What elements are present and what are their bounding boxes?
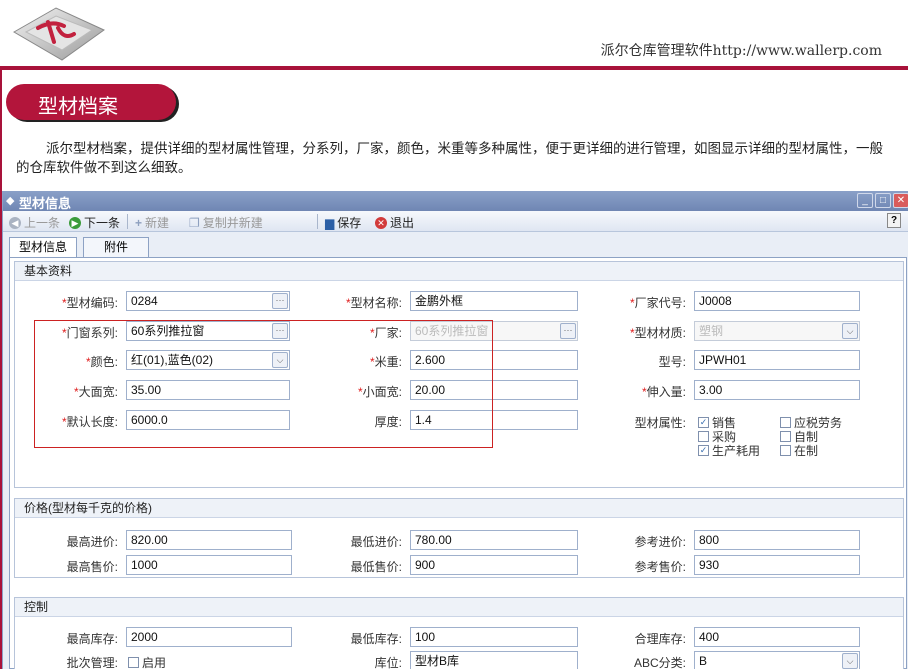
prev-button[interactable]: ◀ 上一条 <box>9 214 60 231</box>
minimize-icon[interactable]: _ <box>857 193 873 208</box>
max-in-input[interactable]: 820.00 <box>126 530 292 550</box>
insert-input[interactable]: 3.00 <box>694 380 860 400</box>
batch-label: 批次管理: <box>66 656 118 669</box>
intro-paragraph: 派尔型材档案，提供详细的型材属性管理，分系列，厂家，颜色，米重等多种属性，便于更… <box>16 141 883 176</box>
material-select: 塑钢 ⌵ <box>694 321 860 341</box>
new-label: 新建 <box>145 216 170 230</box>
window-titlebar: ◆ 型材信息 _ □ ✕ <box>3 191 908 211</box>
toolbar-separator <box>317 214 318 229</box>
save-disk-icon: ▆ <box>325 215 335 230</box>
location-label: 库位: <box>374 656 402 669</box>
ref-in-input[interactable]: 800 <box>694 530 860 550</box>
basic-info-header: 基本资料 <box>15 262 903 281</box>
code-label: *型材编码: <box>61 296 118 310</box>
max-out-input[interactable]: 1000 <box>126 555 292 575</box>
highlight-box <box>34 320 493 448</box>
prev-arrow-icon: ◀ <box>9 216 21 229</box>
vendor-code-input[interactable]: J0008 <box>694 291 860 311</box>
prev-label: 上一条 <box>24 216 61 230</box>
next-arrow-icon: ▶ <box>69 216 81 229</box>
ellipsis-icon: ··· <box>560 323 576 339</box>
ref-in-label: 参考进价: <box>634 535 686 549</box>
tab-profile-info[interactable]: 型材信息 <box>9 237 77 258</box>
price-header: 价格(型材每千克的价格) <box>15 499 903 518</box>
tab-content: 基本资料 价格(型材每千克的价格) 控制 <box>9 257 907 669</box>
max-stock-input[interactable]: 2000 <box>126 627 292 647</box>
checkbox-icon <box>698 431 709 442</box>
maximize-icon[interactable]: □ <box>875 193 891 208</box>
max-out-label: 最高售价: <box>66 560 118 574</box>
name-label: *型材名称: <box>345 296 402 310</box>
save-label: 保存 <box>337 216 362 230</box>
ref-out-label: 参考售价: <box>634 560 686 574</box>
next-label: 下一条 <box>84 216 121 230</box>
chevron-down-icon: ⌵ <box>842 323 858 339</box>
help-button[interactable]: ? <box>887 213 901 228</box>
ellipsis-icon[interactable]: ··· <box>272 293 288 309</box>
max-in-label: 最高进价: <box>66 535 118 549</box>
checkbox-icon <box>780 431 791 442</box>
page: 派尔仓库管理软件http://www.wallerp.com 型材档案 派尔型材… <box>0 0 908 669</box>
copy-icon: ❐ <box>189 215 200 230</box>
min-in-input[interactable]: 780.00 <box>410 530 578 550</box>
copy-new-label: 复制并新建 <box>202 216 263 230</box>
reason-stock-input[interactable]: 400 <box>694 627 860 647</box>
insert-label: *伸入量: <box>641 385 686 399</box>
save-button[interactable]: ▆ 保存 <box>325 214 361 231</box>
site-url-text: 派尔仓库管理软件http://www.wallerp.com <box>600 43 882 59</box>
abc-label: ABC分类: <box>633 656 686 669</box>
next-button[interactable]: ▶ 下一条 <box>69 214 120 231</box>
checkbox-icon <box>780 445 791 456</box>
min-out-input[interactable]: 900 <box>410 555 578 575</box>
min-stock-input[interactable]: 100 <box>410 627 578 647</box>
abc-select[interactable]: B ⌵ <box>694 651 860 669</box>
exit-x-icon: ✕ <box>375 216 387 229</box>
control-header: 控制 <box>15 598 903 617</box>
copy-new-button[interactable]: ❐ 复制并新建 <box>189 214 263 231</box>
min-stock-label: 最低库存: <box>350 632 402 646</box>
code-input[interactable]: 0284 ··· <box>126 291 290 311</box>
location-input[interactable]: 型材B库 <box>410 651 578 669</box>
exit-button[interactable]: ✕ 退出 <box>375 214 414 231</box>
min-in-label: 最低进价: <box>350 535 402 549</box>
model-input[interactable]: JPWH01 <box>694 350 860 370</box>
toolbar-separator <box>127 214 128 229</box>
close-icon[interactable]: ✕ <box>893 193 908 208</box>
tab-attachments[interactable]: 附件 <box>83 237 149 257</box>
window-diamond-icon: ◆ <box>6 195 15 207</box>
checkbox-icon <box>128 657 139 668</box>
name-input[interactable]: 金鹏外框 <box>410 291 578 311</box>
window-title: 型材信息 <box>19 196 72 211</box>
model-label: 型号: <box>658 355 686 369</box>
attr-label: 型材属性: <box>634 416 686 430</box>
checkbox-checked-icon: ✓ <box>698 445 709 456</box>
attr-inprocess-checkbox[interactable]: 在制 <box>780 442 818 459</box>
section-title: 型材档案 <box>38 94 118 118</box>
material-label: *型材材质: <box>629 326 686 340</box>
toolbar: ◀ 上一条 ▶ 下一条 + 新建 ❐ 复制并新建 ▆ 保存 ✕ 退出 ? <box>3 211 908 232</box>
checkbox-checked-icon: ✓ <box>698 417 709 428</box>
chevron-down-icon[interactable]: ⌵ <box>842 653 858 669</box>
new-button[interactable]: + 新建 <box>135 214 169 231</box>
max-stock-label: 最高库存: <box>66 632 118 646</box>
new-plus-icon: + <box>135 215 143 230</box>
attr-production-checkbox[interactable]: ✓ 生产耗用 <box>698 442 760 459</box>
top-banner: 派尔仓库管理软件http://www.wallerp.com <box>0 0 908 70</box>
section-title-tab: 型材档案 <box>6 84 176 120</box>
min-out-label: 最低售价: <box>350 560 402 574</box>
batch-enable-checkbox[interactable]: 启用 <box>128 654 166 669</box>
ref-out-input[interactable]: 930 <box>694 555 860 575</box>
reason-stock-label: 合理库存: <box>634 632 686 646</box>
logo-icon <box>13 7 105 61</box>
vendor-code-label: *厂家代号: <box>629 296 686 310</box>
checkbox-icon <box>780 417 791 428</box>
exit-label: 退出 <box>390 216 415 230</box>
header-divider <box>0 66 908 70</box>
